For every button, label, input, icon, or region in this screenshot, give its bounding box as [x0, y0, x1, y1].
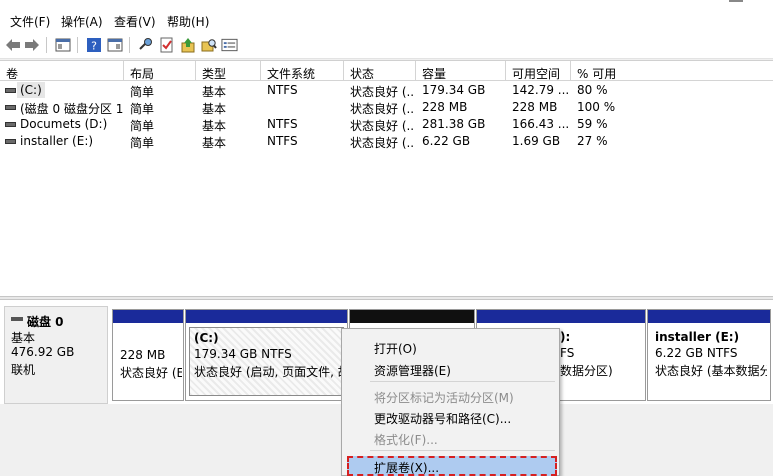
help-icon[interactable]: ? — [85, 36, 102, 53]
menu-action[interactable]: 操作(A) — [61, 13, 103, 30]
show-hide-icon[interactable] — [106, 36, 123, 53]
disk-name: 磁盘 0 — [27, 315, 64, 329]
forward-arrow-icon[interactable] — [23, 36, 40, 53]
minimize-icon[interactable] — [729, 0, 743, 2]
column-header-layout[interactable]: 布局 — [124, 61, 196, 81]
disk-info-panel[interactable]: 磁盘 0 基本 476.92 GB 联机 — [4, 306, 108, 404]
disk-icon — [11, 317, 23, 321]
partition-system[interactable]: 228 MB 状态良好 (E — [112, 309, 184, 401]
search-folder-icon[interactable] — [200, 36, 217, 53]
disk-state: 联机 — [11, 363, 36, 377]
column-header-percent-free[interactable]: % 可用 — [571, 61, 773, 81]
title-bar — [0, 0, 773, 8]
check-icon[interactable] — [158, 36, 175, 53]
drive-icon — [5, 88, 16, 93]
menu-bar: 文件(F) 操作(A) 查看(V) 帮助(H) — [0, 8, 773, 32]
drive-icon — [5, 122, 16, 127]
menu-item-format[interactable]: 格式化(F)... — [374, 431, 438, 448]
svg-text:?: ? — [91, 39, 97, 52]
menu-file[interactable]: 文件(F) — [10, 13, 50, 30]
up-arrow-icon[interactable] — [179, 36, 196, 53]
back-arrow-icon[interactable] — [4, 36, 21, 53]
menu-item-mark-active[interactable]: 将分区标记为活动分区(M) — [374, 389, 514, 406]
menu-item-explorer[interactable]: 资源管理器(E) — [374, 362, 451, 379]
properties-icon[interactable] — [221, 36, 238, 53]
column-header-status[interactable]: 状态 — [344, 61, 416, 81]
menu-help[interactable]: 帮助(H) — [167, 13, 209, 30]
menu-item-change-drive-letter[interactable]: 更改驱动器号和路径(C)... — [374, 410, 511, 427]
column-header-type[interactable]: 类型 — [196, 61, 261, 81]
column-header-capacity[interactable]: 容量 — [416, 61, 506, 81]
column-header-free-space[interactable]: 可用空间 — [506, 61, 571, 81]
partition-e[interactable]: installer (E:) 6.22 GB NTFS 状态良好 (基本数据分 — [647, 309, 771, 401]
drive-icon — [5, 105, 16, 110]
table-row[interactable]: (C:) 简单 基本 NTFS 状态良好 (... 179.34 GB 142.… — [0, 82, 773, 99]
table-row[interactable]: Documets (D:) 简单 基本 NTFS 状态良好 (... 281.3… — [0, 116, 773, 133]
disk-size: 476.92 GB — [11, 345, 75, 359]
partition-c[interactable]: (C:) 179.34 GB NTFS 状态良好 (启动, 页面文件, 故障 — [185, 309, 348, 401]
column-header-filesystem[interactable]: 文件系统 — [261, 61, 344, 81]
table-row[interactable]: installer (E:) 简单 基本 NTFS 状态良好 (... 6.22… — [0, 133, 773, 150]
menu-item-open[interactable]: 打开(O) — [374, 340, 417, 357]
console-tree-icon[interactable] — [54, 36, 71, 53]
table-row[interactable]: (磁盘 0 磁盘分区 1) 简单 基本 状态良好 (... 228 MB 228… — [0, 99, 773, 116]
column-header-volume[interactable]: 卷 — [0, 61, 124, 81]
context-menu: 打开(O) 资源管理器(E) 将分区标记为活动分区(M) 更改驱动器号和路径(C… — [341, 328, 560, 476]
menu-item-extend-volume[interactable]: 扩展卷(X)... — [347, 456, 557, 476]
volume-list: 卷 布局 类型 文件系统 状态 容量 可用空间 % 可用 (C:) 简单 基本 … — [0, 60, 773, 297]
menu-view[interactable]: 查看(V) — [114, 13, 156, 30]
drive-icon — [5, 139, 16, 144]
toolbar: ? — [0, 32, 773, 59]
disk-type: 基本 — [11, 331, 36, 345]
connect-icon[interactable] — [137, 36, 154, 53]
extend-volume-label: 扩展卷(X)... — [374, 461, 440, 475]
